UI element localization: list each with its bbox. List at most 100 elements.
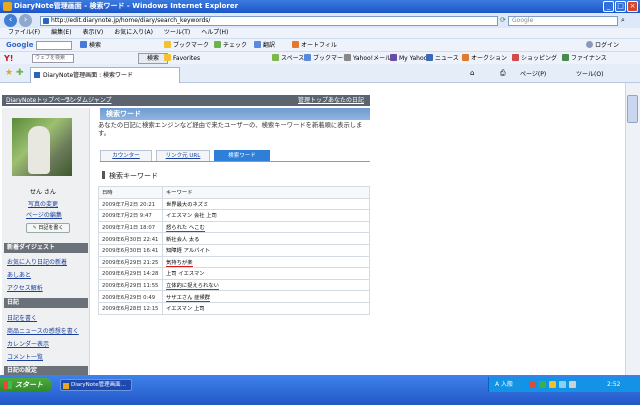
menu-favorites[interactable]: お気に入り(A) — [114, 29, 153, 36]
user-icon — [586, 41, 593, 48]
sidebar-item-favorite-diaries[interactable]: お気に入り日記の新着 — [7, 257, 67, 266]
google-search-button[interactable]: 検索 — [80, 41, 101, 50]
system-tray: A 入般 2:52 — [488, 377, 640, 392]
ie-app-icon — [3, 2, 12, 11]
yahoo-finance-button[interactable]: ファイナンス — [562, 54, 607, 63]
tray-network-icon[interactable] — [539, 381, 546, 388]
yahoo-space-button[interactable]: スペース — [272, 54, 304, 63]
back-arrow-icon[interactable]: ‹ — [4, 14, 17, 27]
search-icon — [80, 41, 87, 48]
your-diary-link[interactable]: あなたの日記 — [328, 95, 364, 106]
taskbar-item-ie[interactable]: DiaryNote管理画面... — [60, 379, 132, 391]
tab-current[interactable]: DiaryNote管理画面 : 検索ワード — [30, 67, 180, 83]
my-yahoo-button[interactable]: My Yahoo! — [390, 54, 430, 63]
pencil-icon: ✎ — [32, 225, 37, 231]
news-icon — [426, 54, 433, 61]
google-login-button[interactable]: ログイン — [586, 41, 619, 50]
search-icon[interactable]: ⌕ — [621, 16, 625, 25]
sidebar-item-calendar[interactable]: カレンダー表示 — [7, 339, 49, 348]
row-keyword: 上司 イエスマン — [162, 267, 370, 280]
tray-app-icon[interactable] — [569, 381, 576, 388]
google-bookmark-button[interactable]: ブックマーク — [164, 41, 209, 50]
clock: 2:52 — [607, 381, 621, 388]
menu-help[interactable]: ヘルプ(H) — [201, 29, 228, 36]
sidebar-section-digest: 新着ダイジェスト — [4, 243, 88, 253]
space-icon — [272, 54, 279, 61]
page-settings-link[interactable]: ページの編集 — [26, 210, 62, 219]
forward-arrow-icon[interactable]: › — [19, 14, 32, 27]
menu-bar: ファイル(F) 編集(E) 表示(V) お気に入り(A) ツール(T) ヘルプ(… — [0, 28, 640, 38]
menu-file[interactable]: ファイル(F) — [8, 29, 40, 36]
finance-icon — [562, 54, 569, 61]
row-keyword: 新社会人 太る — [162, 232, 370, 245]
column-header-date: 日時 — [98, 186, 163, 199]
window-title-bar: DiaryNote管理画面 - 検索ワード - Windows Internet… — [0, 0, 640, 13]
translate-icon — [254, 41, 261, 48]
keywords-table: 日時 キーワード 2009年7月2日 20:21 世界最大のネズミ 2009年7月… — [98, 186, 370, 315]
tray-security-icon[interactable] — [559, 381, 566, 388]
favorites-star-icon[interactable]: ★ — [5, 68, 13, 78]
tab-favicon-icon — [34, 72, 40, 78]
table-row: 2009年6月29日 0:49 サザエさん 症候群 — [98, 290, 370, 303]
tray-volume-icon[interactable] — [549, 381, 556, 388]
print-icon[interactable]: ⎙ — [500, 69, 506, 78]
row-keyword: 怒られた へこむ — [162, 220, 370, 234]
row-date: 2009年6月30日 16:41 — [98, 243, 163, 257]
minimize-button[interactable]: _ — [603, 1, 614, 12]
add-favorite-icon[interactable]: ✚ — [16, 68, 24, 78]
avatar — [12, 118, 72, 176]
start-button[interactable]: スタート — [0, 378, 52, 392]
google-autofill-button[interactable]: オートフィル — [292, 41, 337, 50]
tray-alert-icon[interactable] — [529, 381, 536, 388]
google-translate-button[interactable]: 翻訳 — [254, 41, 275, 50]
yahoo-news-button[interactable]: ニュース — [426, 54, 459, 63]
menu-view[interactable]: 表示(V) — [82, 29, 103, 36]
refresh-icon[interactable]: ⟳ — [500, 16, 506, 24]
page-menu[interactable]: ページ(P) — [520, 69, 546, 78]
yahoo-bookmark-button[interactable]: ブックマーク — [304, 54, 349, 63]
yahoo-mail-button[interactable]: Yahoo!メール — [344, 54, 391, 63]
browser-search-input[interactable]: Google — [508, 16, 618, 26]
underlined-keyword: 怒られた へこむ — [166, 225, 205, 233]
row-keyword: イエスマン 会社 上司 — [162, 209, 370, 222]
page-favicon-icon — [43, 18, 49, 24]
row-keyword: 世界最大のネズミ — [162, 197, 370, 211]
admin-top-link[interactable]: 管理トップ — [298, 95, 328, 106]
yahoo-shopping-button[interactable]: ショッピング — [512, 54, 557, 63]
google-check-button[interactable]: チェック — [214, 41, 247, 50]
table-row: 2009年7月2日 9:47 イエスマン 会社 上司 — [98, 209, 370, 222]
row-date: 2009年7月2日 9:47 — [98, 209, 163, 222]
sidebar-item-product-review[interactable]: 商品ニュースの感想を書く — [7, 326, 79, 335]
maximize-button[interactable]: □ — [615, 1, 626, 12]
write-diary-button[interactable]: ✎ 日記を書く — [26, 223, 70, 233]
tools-menu[interactable]: ツール(O) — [576, 69, 603, 78]
sidebar-item-comments[interactable]: コメント一覧 — [7, 352, 43, 361]
home-icon[interactable]: ⌂ — [470, 69, 474, 77]
section-subtitle: 検索キーワード — [102, 171, 158, 181]
table-row: 2009年6月29日 21:25 気持ちが楽 — [98, 255, 370, 269]
ime-indicator[interactable]: A 入般 — [495, 377, 513, 392]
underlined-keyword: 立体的に捉えられない — [166, 283, 219, 291]
column-header-keyword: キーワード — [162, 186, 370, 199]
sidebar-item-write-diary[interactable]: 日記を書く — [7, 313, 37, 322]
row-date: 2009年6月29日 11:55 — [98, 278, 163, 292]
diarynote-top-link[interactable]: DiaryNoteトップページ — [6, 95, 72, 106]
favorites-button[interactable]: Favorites — [164, 54, 200, 63]
change-photo-link[interactable]: 写真の変更 — [28, 199, 58, 208]
close-button[interactable]: × — [627, 1, 638, 12]
row-date: 2009年7月2日 20:21 — [98, 197, 163, 211]
menu-edit[interactable]: 編集(E) — [51, 29, 71, 36]
address-bar[interactable]: http://edit.diarynote.jp/home/diary/sear… — [40, 16, 498, 26]
menu-tools[interactable]: ツール(T) — [164, 29, 190, 36]
row-date: 2009年6月28日 12:15 — [98, 301, 163, 315]
yahoo-auction-button[interactable]: オークション — [462, 54, 507, 63]
random-jump-link[interactable]: ランダムジャンプ — [64, 95, 112, 106]
site-header: DiaryNoteトップページ ランダムジャンプ 管理トップ あなたの日記 — [2, 95, 370, 106]
bookmark-icon — [304, 54, 311, 61]
vertical-scrollbar[interactable] — [625, 83, 640, 375]
yahoo-search-input[interactable]: ウェブを検索 — [32, 54, 74, 63]
google-search-input[interactable] — [36, 41, 72, 50]
sidebar-item-footprints[interactable]: あしあと — [7, 270, 31, 279]
scrollbar-thumb[interactable] — [627, 95, 638, 123]
sidebar-item-access-analysis[interactable]: アクセス解析 — [7, 283, 43, 292]
